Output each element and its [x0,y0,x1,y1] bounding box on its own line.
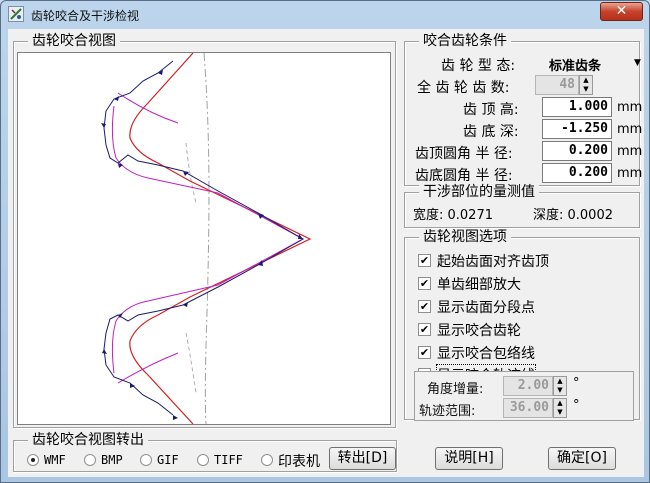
rack-tooth-profile [129,52,312,425]
interference-width-value: 宽度: 0.0271 [413,208,493,223]
angle-step-input[interactable]: 2.00 [503,376,553,396]
dedendum-unit: mm [617,122,643,137]
radio-empty-icon[interactable] [140,454,152,466]
track-range-label: 轨迹范围: [419,404,476,419]
option-label: 显示齿面分段点 [437,300,535,316]
close-button[interactable]: ✕ [600,2,643,21]
radio-selected-icon[interactable] [27,454,39,466]
tooth-type-label: 齿 轮 型 态: [441,58,516,74]
option-label: 单齿细部放大 [437,277,521,293]
root-radius-input[interactable]: 0.200 [542,163,612,183]
radio-label: WMF [44,453,66,467]
gear-view-options-group: 齿轮视图选项 ✔ 起始齿面对齐齿顶 ✔ 单齿细部放大 ✔ 显示齿面分段点 ✔ 显… [404,229,640,421]
dialog-window: 齿轮咬合及干涉检视 ✕ 齿轮咬合视图 咬合齿轮条件 齿 轮 型 态: 标准齿条 … [0,0,650,483]
tooth-count-label: 全 齿 轮 齿 数: [417,80,510,96]
radio-label: 印表机 [278,454,320,470]
angle-step-spinner[interactable]: ▲ ▼ [553,376,567,396]
addendum-input[interactable]: 1.000 [542,97,612,117]
measure-title: 干涉部位的量测值 [419,184,539,200]
export-button-label: 转出[D] [337,450,388,466]
radio-empty-icon[interactable] [197,454,209,466]
options-title: 齿轮视图选项 [419,229,511,245]
radio-label: GIF [157,453,179,467]
root-radius-unit: mm [617,166,643,181]
root-radius-label: 齿底圆角 半 径: [415,168,513,184]
ok-button-label: 确定[O] [557,450,607,466]
checkbox-check-icon[interactable]: ✔ [418,254,431,267]
angle-step-row: 角度增量: 2.00 ▲ ▼ ° [419,376,634,397]
gear-tooth-track [103,60,305,416]
spin-up-icon[interactable]: ▲ [554,399,566,408]
pitch-circle-line [203,52,210,425]
mesh-envelope-line [111,105,305,374]
option-label: 显示咬合包络线 [437,346,535,362]
addendum-label: 齿 顶 高: [463,102,519,118]
tip-radius-label: 齿顶圆角 半 径: [415,146,513,162]
spin-down-icon[interactable]: ▼ [554,386,566,395]
tooth-count-row: 全 齿 轮 齿 数: 48 ▲ ▼ [409,75,641,96]
track-range-row: 轨迹范围: 36.00 ▲ ▼ ° [419,398,634,419]
track-settings-panel: 角度增量: 2.00 ▲ ▼ ° 轨迹范围: 36.00 ▲ ▼ ° [414,371,634,421]
tip-radius-row: 齿顶圆角 半 径: 0.200 mm [409,141,643,162]
conditions-title: 咬合齿轮条件 [419,33,511,49]
dedendum-input[interactable]: -1.250 [542,119,612,139]
addendum-unit: mm [617,100,643,115]
mesh-envelope-line [117,92,179,124]
angle-step-unit: ° [573,376,580,391]
option-label: 显示咬合齿轮 [437,323,521,339]
gear-view-title: 齿轮咬合视图 [28,33,120,49]
radio-label: BMP [101,453,123,467]
gear-app-icon [8,6,24,22]
interference-depth-value: 深度: 0.0002 [533,208,613,223]
dedendum-row: 齿 底 深: -1.250 mm [409,119,643,140]
checkbox-check-icon[interactable]: ✔ [418,323,431,336]
interference-measure-group: 干涉部位的量测值 宽度: 0.0271 深度: 0.0002 [404,184,640,228]
track-arrow-markers [101,70,303,420]
dropdown-arrow-icon[interactable]: ▼ [634,58,641,68]
tooth-type-row: 齿 轮 型 态: 标准齿条 ▼ [409,53,641,74]
gear-view-group: 齿轮咬合视图 [13,33,396,428]
ok-button[interactable]: 确定[O] [548,447,616,470]
option-label: 起始齿面对齐齿顶 [437,254,549,270]
spin-down-icon[interactable]: ▼ [580,85,592,94]
angle-step-label: 角度增量: [427,382,484,397]
help-button-label: 说明[H] [444,450,494,466]
root-radius-row: 齿底圆角 半 径: 0.200 mm [409,163,643,184]
radio-empty-icon[interactable] [261,454,273,466]
title-bar[interactable]: 齿轮咬合及干涉检视 ✕ [1,1,649,28]
checkbox-check-icon[interactable]: ✔ [418,277,431,290]
gear-mesh-drawing [101,52,312,425]
mating-gear-conditions-group: 咬合齿轮条件 齿 轮 型 态: 标准齿条 ▼ 全 齿 轮 齿 数: 48 ▲ ▼ … [404,33,643,186]
dedendum-label: 齿 底 深: [463,124,519,140]
window-title: 齿轮咬合及干涉检视 [31,9,140,23]
gear-mesh-canvas[interactable] [17,52,391,425]
dialog-client-area: 齿轮咬合视图 咬合齿轮条件 齿 轮 型 态: 标准齿条 ▼ 全 齿 轮 齿 数:… [8,29,644,477]
mesh-envelope-line [117,352,179,384]
spin-up-icon[interactable]: ▲ [554,377,566,386]
track-range-unit: ° [573,398,580,413]
tooth-count-spinner[interactable]: ▲ ▼ [579,75,593,95]
base-circle-arc [185,332,197,394]
radio-label: TIFF [214,453,243,467]
spin-up-icon[interactable]: ▲ [580,76,592,85]
tooth-type-select[interactable]: 标准齿条 [549,55,601,74]
spin-down-icon[interactable]: ▼ [554,408,566,417]
addendum-row: 齿 顶 高: 1.000 mm [409,97,643,118]
help-button[interactable]: 说明[H] [435,447,503,470]
export-title: 齿轮咬合视图转出 [28,432,148,448]
view-export-group: 齿轮咬合视图转出 WMF BMP GIF TIFF 印表机 转出[D] [13,432,397,472]
export-button[interactable]: 转出[D] [329,447,396,470]
checkbox-check-icon[interactable]: ✔ [418,300,431,313]
tip-radius-input[interactable]: 0.200 [542,141,612,161]
tooth-count-input[interactable]: 48 [535,75,579,95]
track-range-spinner[interactable]: ▲ ▼ [553,398,567,418]
track-range-input[interactable]: 36.00 [503,398,553,418]
tip-radius-unit: mm [617,144,643,159]
checkbox-check-icon[interactable]: ✔ [418,346,431,359]
radio-empty-icon[interactable] [84,454,96,466]
